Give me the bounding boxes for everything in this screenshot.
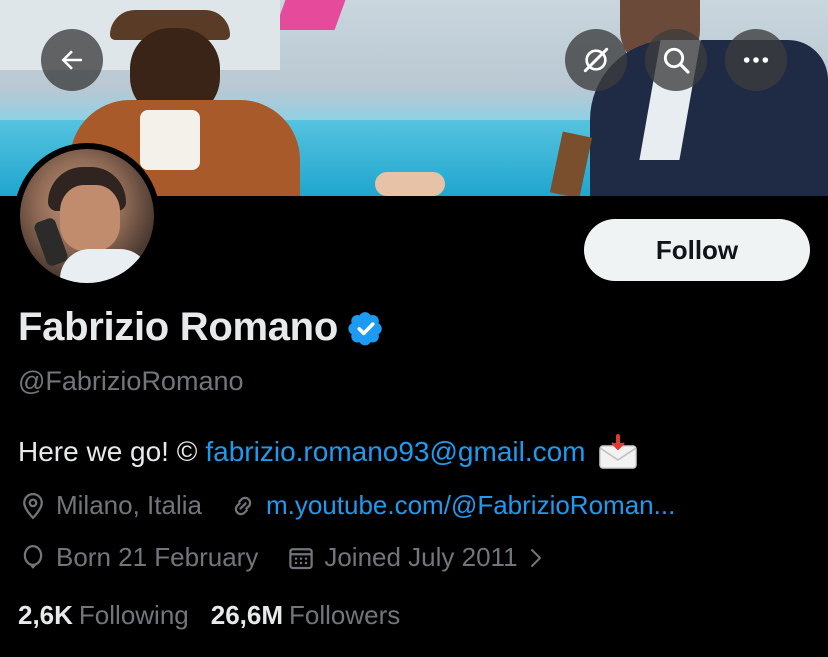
calendar-icon [289,547,314,569]
balloon-icon [23,544,43,568]
joined-text: Joined July 2011 [324,542,518,572]
following-stat[interactable]: 2,6K Following [18,600,189,631]
meta-row-location: Milano, Italia m.youtube.com/@FabrizioRo… [18,490,675,521]
avatar-image [20,149,154,283]
following-label: Following [78,600,189,630]
follow-stats: 2,6K Following 26,6M Followers [18,600,400,631]
arrow-left-icon [61,50,82,70]
back-button[interactable] [41,29,103,91]
following-count: 2,6K [18,600,73,630]
disconnect-icon [583,47,609,73]
followers-stat[interactable]: 26,6M Followers [211,600,401,631]
followers-label: Followers [289,600,401,630]
search-button[interactable] [645,29,707,91]
birthday-text: Born 21 February [56,542,259,572]
followers-count: 26,6M [210,600,284,630]
verified-badge-icon[interactable] [348,310,384,346]
display-name: Fabrizio Romano [18,305,338,349]
more-options-button[interactable] [725,29,787,91]
search-icon [663,47,690,74]
joined[interactable]: Joined July 2011 [286,542,547,573]
location-pin-icon [23,492,43,519]
location-text: Milano, Italia [56,490,202,520]
location: Milano, Italia [18,490,202,521]
follow-button[interactable]: Follow [584,219,810,281]
bio-email-link[interactable]: fabrizio.romano93@gmail.com [205,436,585,468]
link-icon [234,496,252,515]
birthday: Born 21 February [18,542,258,573]
disconnect-button[interactable] [565,29,627,91]
bio: Here we go! © fabrizio.romano93@gmail.co… [18,434,638,470]
avatar[interactable] [14,143,160,289]
incoming-envelope-icon [598,434,637,469]
banner-hand [375,172,445,196]
name-row: Fabrizio Romano [18,305,384,350]
chevron-right-icon [530,548,541,567]
bio-text: Here we go! © [18,436,198,467]
website-link[interactable]: m.youtube.com/@FabrizioRoman... [266,490,675,521]
more-icon [743,57,769,63]
meta-row-dates: Born 21 February Joined July 2011 [18,542,548,573]
handle: @FabrizioRomano [18,366,244,396]
website[interactable]: m.youtube.com/@FabrizioRoman... [228,490,675,521]
banner-person-right [580,0,828,196]
